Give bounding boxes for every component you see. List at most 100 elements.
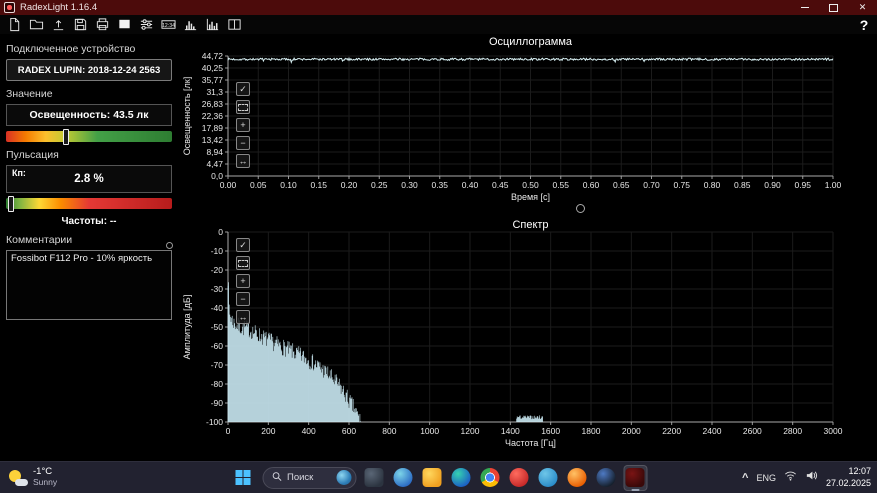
svg-text:-30: -30 bbox=[211, 284, 224, 294]
bar-chart-icon bbox=[206, 18, 219, 31]
volume-icon[interactable] bbox=[805, 469, 818, 487]
clock-1234-icon: 12:34 bbox=[161, 20, 176, 29]
windows-logo-icon bbox=[235, 470, 251, 485]
clock-widget[interactable]: 12:07 27.02.2025 bbox=[826, 466, 871, 489]
help-button[interactable]: ? bbox=[855, 16, 873, 33]
spectrum-view-button[interactable] bbox=[202, 16, 223, 33]
chrome-icon bbox=[480, 468, 500, 487]
comments-input[interactable]: Fossibot F112 Pro - 10% яркость bbox=[6, 250, 172, 320]
wifi-icon[interactable] bbox=[784, 469, 797, 487]
oscillogram-plot[interactable]: 0.00 0.05 0.10 0.15 0.20 0.25 0.30 0.35 0.40 0.45… bbox=[178, 34, 877, 208]
svg-text:0.35: 0.35 bbox=[431, 180, 448, 190]
svg-text:0.85: 0.85 bbox=[734, 180, 751, 190]
search-box[interactable]: Поиск bbox=[262, 466, 356, 489]
zoom-window-button[interactable] bbox=[236, 256, 250, 270]
export-button[interactable] bbox=[48, 16, 69, 33]
taskbar-app-chrome[interactable] bbox=[478, 465, 502, 491]
tray-chevron-up-icon[interactable]: ^ bbox=[742, 472, 748, 484]
save-button[interactable] bbox=[70, 16, 91, 33]
close-button[interactable]: ✕ bbox=[848, 0, 877, 15]
svg-text:1200: 1200 bbox=[461, 426, 480, 436]
pan-button[interactable]: ↔ bbox=[236, 154, 250, 168]
svg-text:-90: -90 bbox=[211, 398, 224, 408]
svg-text:2200: 2200 bbox=[662, 426, 681, 436]
svg-text:-10: -10 bbox=[211, 246, 224, 256]
taskbar-app-telegram[interactable] bbox=[536, 465, 560, 491]
svg-text:0.90: 0.90 bbox=[764, 180, 781, 190]
layout-button[interactable] bbox=[224, 16, 245, 33]
minimize-button[interactable] bbox=[790, 0, 819, 15]
settings-button[interactable] bbox=[136, 16, 157, 33]
opera-icon bbox=[509, 468, 529, 487]
zoom-out-button[interactable]: − bbox=[236, 136, 250, 150]
time-mode-button[interactable]: 12:34 bbox=[158, 16, 179, 33]
pulsation-slider[interactable] bbox=[7, 196, 14, 212]
comments-resize-handle[interactable] bbox=[166, 242, 173, 249]
zoom-in-button[interactable]: + bbox=[236, 274, 250, 288]
folder-open-icon bbox=[29, 19, 44, 30]
app-icon bbox=[4, 2, 15, 13]
svg-text:0.10: 0.10 bbox=[280, 180, 297, 190]
oscillogram-toolbar: ✓ + − ↔ bbox=[236, 82, 250, 168]
cursor-button[interactable]: ✓ bbox=[236, 238, 250, 252]
maximize-button[interactable] bbox=[819, 0, 848, 15]
zoom-window-icon bbox=[238, 259, 248, 267]
svg-text:2800: 2800 bbox=[783, 426, 802, 436]
illuminance-slider[interactable] bbox=[62, 129, 69, 145]
svg-text:Освещенность [лк]: Освещенность [лк] bbox=[182, 77, 192, 155]
svg-text:0: 0 bbox=[218, 227, 223, 237]
comments-section-heading: Комментарии bbox=[6, 234, 73, 246]
cursor-button[interactable]: ✓ bbox=[236, 82, 250, 96]
spectrum-plot[interactable]: 0 200 400 600 800 1000 1200 1400 1600 1800 2000 220… bbox=[178, 212, 877, 460]
taskbar-app-firefox[interactable] bbox=[565, 465, 589, 491]
open-file-button[interactable] bbox=[26, 16, 47, 33]
taskbar-app-opera[interactable] bbox=[507, 465, 531, 491]
zoom-out-button[interactable]: − bbox=[236, 292, 250, 306]
spectrum-title: Спектр bbox=[512, 219, 549, 231]
svg-text:-20: -20 bbox=[211, 265, 224, 275]
taskbar-app-copilot[interactable] bbox=[391, 465, 415, 491]
taskbar-app-task-view[interactable] bbox=[362, 465, 386, 491]
svg-text:31,3: 31,3 bbox=[206, 87, 223, 97]
spectrum-chart[interactable]: 0 200 400 600 800 1000 1200 1400 1600 1800 2000 220… bbox=[178, 212, 877, 460]
zoom-window-button[interactable] bbox=[236, 100, 250, 114]
print-button[interactable] bbox=[92, 16, 113, 33]
splitter-handle[interactable] bbox=[576, 204, 585, 213]
svg-text:600: 600 bbox=[342, 426, 356, 436]
svg-text:2400: 2400 bbox=[703, 426, 722, 436]
svg-text:0.60: 0.60 bbox=[583, 180, 600, 190]
svg-text:2000: 2000 bbox=[622, 426, 641, 436]
zoom-in-button[interactable]: + bbox=[236, 118, 250, 132]
histogram-button[interactable] bbox=[180, 16, 201, 33]
svg-text:Амплитуда [дБ]: Амплитуда [дБ] bbox=[182, 295, 192, 360]
white-screen-button[interactable] bbox=[114, 16, 135, 33]
printer-icon bbox=[96, 18, 109, 31]
system-tray: ^ ENG 12:07 27.02.2025 bbox=[742, 462, 871, 493]
taskbar-weather-widget[interactable]: -1°C Sunny bbox=[8, 462, 57, 493]
tray-date: 27.02.2025 bbox=[825, 477, 871, 488]
taskbar-app-radexlight[interactable] bbox=[623, 464, 647, 491]
svg-text:0.30: 0.30 bbox=[401, 180, 418, 190]
pulsation-scale[interactable] bbox=[6, 196, 172, 212]
taskbar-app-file-explorer[interactable] bbox=[420, 465, 444, 491]
frequencies-label: Частоты: -- bbox=[61, 216, 117, 227]
sidebar: Подключенное устройство RADEX LUPIN: 201… bbox=[0, 34, 178, 462]
language-indicator[interactable]: ENG bbox=[756, 473, 776, 483]
taskbar-app-steam[interactable] bbox=[594, 465, 618, 491]
device-button[interactable]: RADEX LUPIN: 2018-12-24 2563 bbox=[6, 59, 172, 81]
new-file-button[interactable] bbox=[4, 16, 25, 33]
zoom-window-icon bbox=[238, 103, 248, 111]
svg-text:0.25: 0.25 bbox=[371, 180, 388, 190]
svg-text:0.55: 0.55 bbox=[552, 180, 569, 190]
device-section-heading: Подключенное устройство bbox=[6, 43, 136, 55]
task-view-icon bbox=[364, 468, 384, 487]
illuminance-scale[interactable] bbox=[6, 129, 172, 145]
svg-text:22,36: 22,36 bbox=[202, 111, 224, 121]
pan-button[interactable]: ↔ bbox=[236, 310, 250, 324]
svg-text:1600: 1600 bbox=[541, 426, 560, 436]
svg-text:1.00: 1.00 bbox=[825, 180, 842, 190]
taskbar-app-edge[interactable] bbox=[449, 465, 473, 491]
start-button[interactable] bbox=[230, 465, 256, 491]
svg-text:26,83: 26,83 bbox=[202, 99, 224, 109]
oscillogram-chart[interactable]: 0.00 0.05 0.10 0.15 0.20 0.25 0.30 0.35 0.40 0.45… bbox=[178, 34, 877, 208]
